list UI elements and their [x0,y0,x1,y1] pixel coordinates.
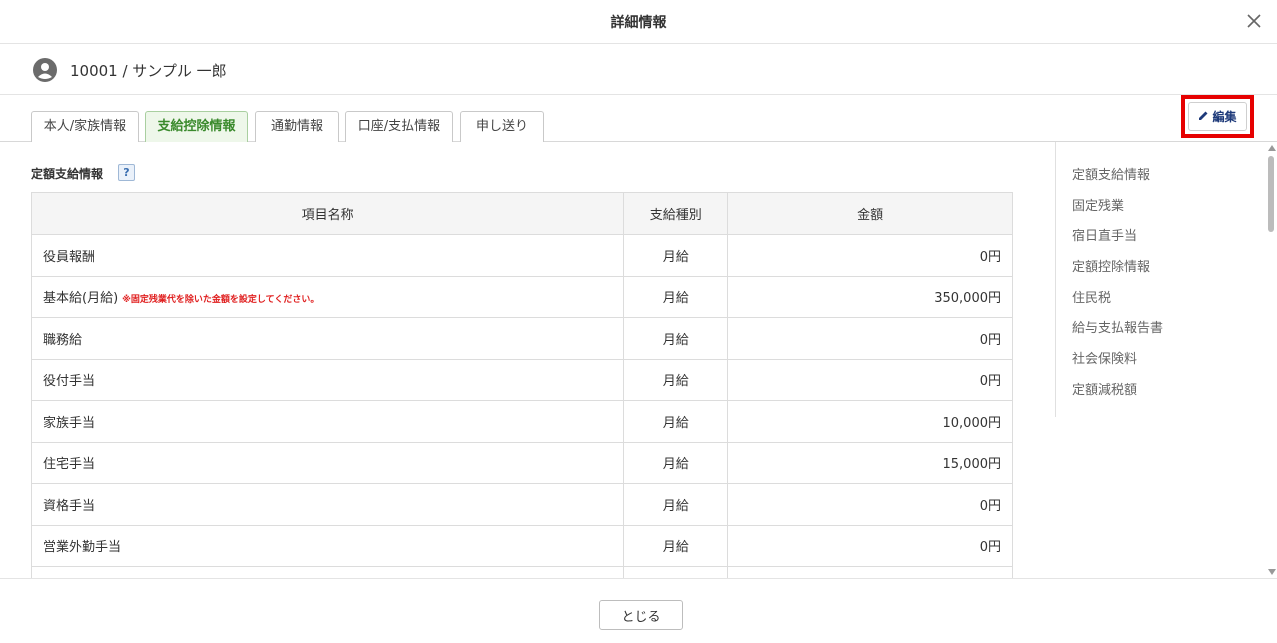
item-name: 資格手当 [43,498,96,514]
row-type: 月給 [623,400,729,443]
row-name: 営業外勤手当 [30,524,625,567]
side-nav-item-payment-report[interactable]: 給与支払報告書 [1072,317,1163,336]
row-name: 住宅手当 [30,441,625,484]
row-amount: 15,000円 [727,441,1013,484]
item-name: 家族手当 [43,415,96,431]
table-row [30,566,1013,578]
row-name: 役員報酬 [30,234,625,277]
dialog-header: 詳細情報 [0,0,1277,44]
row-type: 月給 [623,483,729,526]
side-nav-item-night-duty[interactable]: 宿日直手当 [1072,225,1137,244]
item-name: 職務給 [43,332,83,348]
scroll-down-arrow-icon[interactable] [1268,569,1276,575]
item-name: 役員報酬 [43,249,96,265]
help-icon[interactable]: ? [118,164,135,181]
row-name [30,566,625,578]
column-header-amount: 金額 [727,192,1013,235]
table-header-row: 項目名称 支給種別 金額 [30,192,1013,235]
table-row: 資格手当 月給 0円 [30,483,1013,526]
row-amount: 0円 [727,358,1013,401]
row-amount: 10,000円 [727,400,1013,443]
row-name: 基本給(月給) ※固定残業代を除いた金額を設定してください。 [30,275,625,318]
row-amount: 0円 [727,234,1013,277]
side-nav-item-fixed-deduction[interactable]: 定額控除情報 [1072,256,1150,275]
table-row: 住宅手当 月給 15,000円 [30,441,1013,484]
section-title: 定額支給情報 [31,167,104,181]
table-row: 家族手当 月給 10,000円 [30,400,1013,443]
payment-table: 項目名称 支給種別 金額 役員報酬 月給 0円 基本給(月給) ※固定残業代を除い… [30,192,1013,578]
tab-bar: 本人/家族情報 支給控除情報 通勤情報 口座/支払情報 申し送り [0,95,1277,142]
table-row: 営業外勤手当 月給 0円 [30,524,1013,567]
row-amount: 0円 [727,317,1013,360]
user-info-row: 10001 / サンプル 一郎 [0,44,1277,95]
row-type: 月給 [623,317,729,360]
row-name: 資格手当 [30,483,625,526]
side-nav-item-social-insurance[interactable]: 社会保険料 [1072,348,1137,367]
user-name: 10001 / サンプル 一郎 [70,62,227,80]
item-name: 営業外勤手当 [43,540,122,556]
row-note: ※固定残業代を除いた金額を設定してください。 [122,295,320,306]
side-nav: 定額支給情報 固定残業 宿日直手当 定額控除情報 住民税 給与支払報告書 社会保… [1055,142,1265,417]
row-type: 月給 [623,358,729,401]
close-icon[interactable] [1243,10,1265,32]
scroll-up-arrow-icon[interactable] [1268,145,1276,151]
scrollbar[interactable] [1265,142,1277,578]
close-button[interactable]: とじる [599,600,683,630]
table-row: 職務給 月給 0円 [30,317,1013,360]
tab-handover[interactable]: 申し送り [460,111,544,142]
item-name: 基本給(月給) [43,291,119,307]
tab-payment-deduction[interactable]: 支給控除情報 [145,111,248,142]
row-name: 職務給 [30,317,625,360]
row-amount [727,566,1013,578]
edit-button-label: 編集 [1212,110,1237,124]
table-row: 基本給(月給) ※固定残業代を除いた金額を設定してください。 月給 350,000… [30,275,1013,318]
row-name: 役付手当 [30,358,625,401]
side-nav-item-fixed-payment[interactable]: 定額支給情報 [1072,164,1150,183]
column-header-type: 支給種別 [623,192,729,235]
dialog-footer: とじる [0,578,1277,643]
side-nav-item-fixed-overtime[interactable]: 固定残業 [1072,195,1124,214]
main-content: 定額支給情報 ? 項目名称 支給種別 金額 役員報酬 月給 0円 基本給(月給)… [0,142,1056,578]
pencil-icon [1198,110,1209,124]
avatar-icon [32,57,58,83]
edit-button[interactable]: 編集 [1188,102,1247,131]
tab-commute[interactable]: 通勤情報 [255,111,339,142]
row-amount: 0円 [727,524,1013,567]
column-header-name: 項目名称 [30,192,625,235]
row-name: 家族手当 [30,400,625,443]
table-row: 役員報酬 月給 0円 [30,234,1013,277]
table-row: 役付手当 月給 0円 [30,358,1013,401]
item-name: 住宅手当 [43,457,96,473]
row-type: 月給 [623,275,729,318]
row-amount: 0円 [727,483,1013,526]
tab-personal-family[interactable]: 本人/家族情報 [31,111,139,142]
row-type: 月給 [623,524,729,567]
row-amount: 350,000円 [727,275,1013,318]
item-name: 役付手当 [43,374,96,390]
side-nav-item-fixed-tax-reduction[interactable]: 定額減税額 [1072,379,1137,398]
side-nav-item-resident-tax[interactable]: 住民税 [1072,287,1111,306]
row-type [623,566,729,578]
dialog-title: 詳細情報 [610,15,667,31]
row-type: 月給 [623,234,729,277]
row-type: 月給 [623,441,729,484]
tab-account-payment[interactable]: 口座/支払情報 [345,111,453,142]
scrollbar-thumb[interactable] [1268,156,1274,232]
